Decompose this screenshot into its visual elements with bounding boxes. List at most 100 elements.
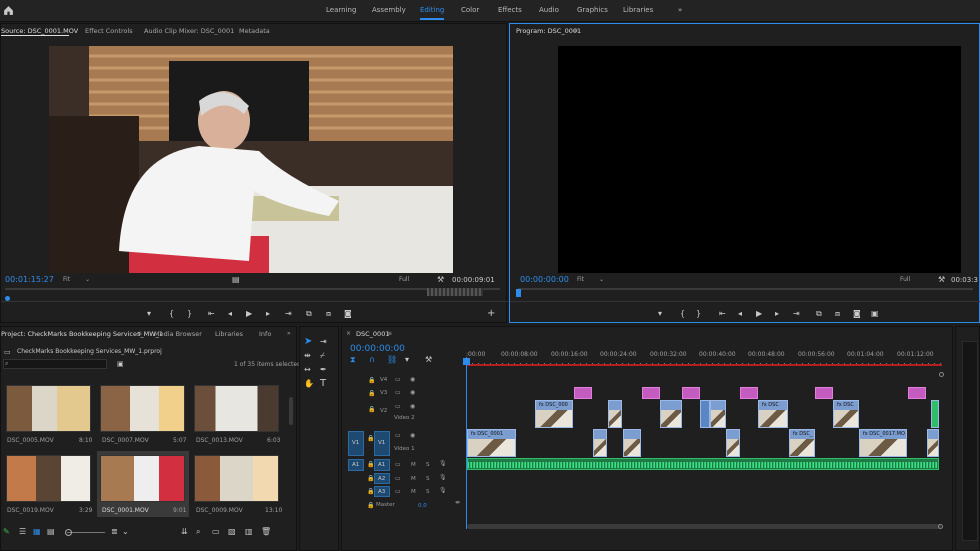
lock-icon[interactable]: 🔒 <box>368 390 375 397</box>
fit-chevron-icon[interactable]: ⌄ <box>599 276 604 283</box>
item-name[interactable]: DSC_0019.MOV <box>7 507 54 514</box>
sync-lock-icon[interactable]: ▭ <box>395 475 401 482</box>
tab-sequence[interactable]: DSC_0001 <box>356 330 389 338</box>
clip-v3[interactable] <box>740 387 758 399</box>
project-scrollbar[interactable] <box>289 397 293 425</box>
list-view-icon[interactable]: ☰ <box>19 527 26 537</box>
tab-program[interactable]: Program: DSC_0001 <box>516 27 581 35</box>
program-scrubber[interactable] <box>518 288 973 290</box>
settings-icon[interactable]: ▤ <box>232 275 240 285</box>
timeline-ruler[interactable]: :00:00 00:00:08:00 00:00:16:00 00:00:24:… <box>466 347 942 365</box>
source-video-frame[interactable] <box>49 46 453 273</box>
go-to-end-icon[interactable]: ⇹ <box>455 499 460 506</box>
clip-v3[interactable] <box>574 387 592 399</box>
clip-v3[interactable] <box>815 387 833 399</box>
step-forward-icon[interactable]: ▸ <box>266 309 270 319</box>
clip-v3[interactable] <box>908 387 926 399</box>
workspace-audio[interactable]: Audio <box>539 6 559 14</box>
clip-v1[interactable] <box>593 429 607 457</box>
program-menu-icon[interactable]: ≡ <box>573 27 578 34</box>
item-name[interactable]: DSC_0001.MOV <box>102 507 149 514</box>
source-timecode[interactable]: 00:01:15:27 <box>5 275 54 284</box>
go-to-in-icon[interactable]: ⇤ <box>719 309 726 319</box>
solo-button[interactable]: S <box>426 476 430 482</box>
source-patch-v1[interactable]: V1 <box>348 431 364 456</box>
sync-lock-icon[interactable]: ▭ <box>395 389 401 396</box>
sync-lock-icon[interactable]: ▭ <box>395 432 401 439</box>
icon-view-icon[interactable]: ▦ <box>33 527 41 537</box>
clip-v2[interactable] <box>931 400 939 428</box>
program-fit-select[interactable]: Fit <box>577 276 584 283</box>
track-target-v1[interactable]: V1 <box>374 431 390 456</box>
clip-v2[interactable] <box>710 400 726 428</box>
track-select-tool-icon[interactable]: ⇥ <box>320 337 327 347</box>
play-icon[interactable]: ▶ <box>246 309 252 319</box>
tab-info[interactable]: Info <box>259 330 271 338</box>
source-resolution-select[interactable]: Full <box>399 276 409 283</box>
razor-tool-icon[interactable]: ⌿ <box>320 351 325 361</box>
workspace-libraries[interactable]: Libraries <box>623 6 653 14</box>
workspace-learning[interactable]: Learning <box>326 6 356 14</box>
camera-icon[interactable]: ◙ <box>853 309 861 319</box>
thumbnail-dsc-0013[interactable] <box>194 385 279 432</box>
thumbnail-dsc-0001[interactable] <box>100 455 185 502</box>
lift-icon[interactable]: ⧉ <box>816 309 822 319</box>
source-scrubber[interactable] <box>5 288 500 290</box>
tab-source[interactable]: Source: DSC_0001.MOV <box>1 27 78 35</box>
thumbnail-dsc-0009[interactable] <box>194 455 279 502</box>
selection-tool-icon[interactable]: ➤ <box>304 337 312 347</box>
nest-icon[interactable]: ⧗ <box>350 355 356 365</box>
delete-icon[interactable]: 🗑 <box>261 527 271 537</box>
source-patch-a1[interactable]: A1 <box>348 459 364 471</box>
step-back-icon[interactable]: ◂ <box>738 309 742 319</box>
go-to-out-icon[interactable]: ⇥ <box>793 309 800 319</box>
program-playhead[interactable] <box>516 289 521 297</box>
solo-button[interactable]: S <box>426 489 430 495</box>
snap-icon[interactable]: ∩ <box>369 355 375 365</box>
lock-icon[interactable]: 🔒 <box>367 502 374 509</box>
zoom-slider-handle[interactable] <box>65 529 72 536</box>
timeline-settings-icon[interactable]: ⚒ <box>425 355 432 365</box>
scroll-handle[interactable] <box>938 524 943 529</box>
hand-tool-icon[interactable]: ✋ <box>304 379 314 389</box>
pen-tool-icon[interactable]: ✒ <box>320 365 327 375</box>
eye-icon[interactable]: ◉ <box>410 389 415 396</box>
mic-icon[interactable]: 🎙 <box>439 460 447 467</box>
timeline-horizontal-scrollbar[interactable] <box>467 524 941 529</box>
clear-icon[interactable]: ▥ <box>245 527 253 537</box>
clip-v2[interactable]: fx DSC_000 <box>535 400 573 428</box>
type-tool-icon[interactable]: T <box>320 379 326 389</box>
audio-clip-a1[interactable] <box>467 458 939 470</box>
mark-in-icon[interactable]: { <box>169 309 174 319</box>
clip-v2[interactable] <box>660 400 682 428</box>
camera-icon[interactable]: ◙ <box>344 309 352 319</box>
master-volume[interactable]: 0.0 <box>418 503 427 509</box>
clip-v1[interactable] <box>623 429 641 457</box>
workspace-graphics[interactable]: Graphics <box>577 6 608 14</box>
playhead-handle[interactable] <box>463 358 470 365</box>
clip-v3[interactable] <box>682 387 700 399</box>
sync-lock-icon[interactable]: ▭ <box>395 488 401 495</box>
project-search-input[interactable] <box>3 359 107 369</box>
sequence-menu-icon[interactable]: ≡ <box>387 330 392 337</box>
step-back-icon[interactable]: ◂ <box>228 309 232 319</box>
item-name[interactable]: DSC_0007.MOV <box>102 437 149 444</box>
project-menu-icon[interactable]: ≡ <box>137 330 142 337</box>
zoom-slider[interactable] <box>67 532 105 533</box>
clip-v1[interactable]: fx DSC_0017.MO <box>859 429 907 457</box>
eye-icon[interactable]: ◉ <box>410 432 415 439</box>
thumbnail-dsc-0019[interactable] <box>6 455 91 502</box>
workspace-effects[interactable]: Effects <box>498 6 522 14</box>
sort-chevron-icon[interactable]: ⌄ <box>122 527 129 537</box>
mute-button[interactable]: M <box>411 489 416 495</box>
new-bin-icon[interactable]: ▭ <box>212 527 220 537</box>
clip-v1[interactable]: fx DSC_0001 <box>467 429 516 457</box>
wrench-icon[interactable]: ⚒ <box>938 275 945 285</box>
pencil-icon[interactable]: ✎ <box>3 527 10 537</box>
sync-lock-icon[interactable]: ▭ <box>395 376 401 383</box>
mark-in-icon[interactable]: { <box>680 309 685 319</box>
fit-chevron-icon[interactable]: ⌄ <box>85 276 90 283</box>
vertical-scroll-handle[interactable] <box>939 372 944 377</box>
clip-v1[interactable] <box>726 429 740 457</box>
thumbnail-dsc-0007[interactable] <box>100 385 185 432</box>
